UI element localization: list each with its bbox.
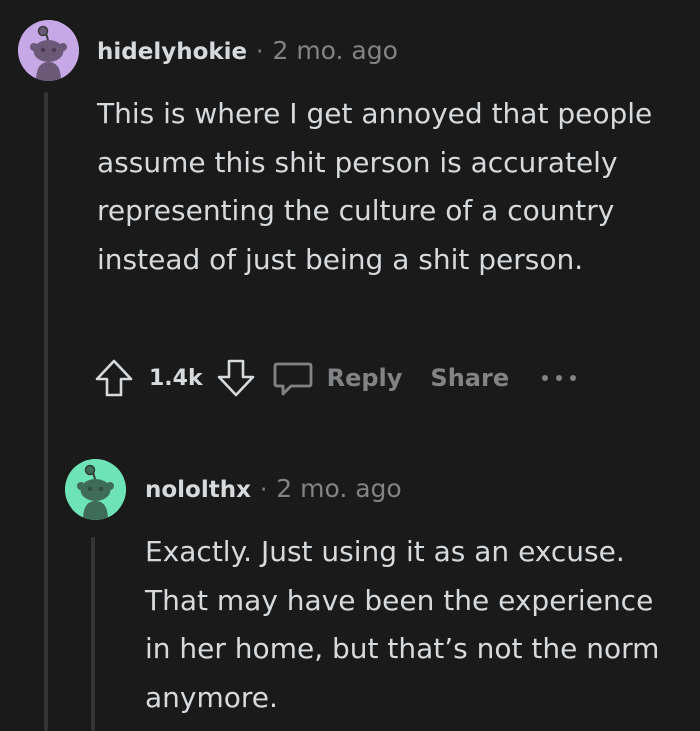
username[interactable]: hidelyhokie bbox=[97, 39, 247, 65]
avatar[interactable] bbox=[65, 459, 126, 520]
ellipsis-icon[interactable] bbox=[539, 368, 579, 388]
upvote-arrow-icon[interactable] bbox=[93, 357, 135, 399]
timestamp[interactable]: 2 mo. ago bbox=[276, 474, 401, 503]
username[interactable]: nololthx bbox=[145, 477, 251, 503]
comment-meta: hidelyhokie · 2 mo. ago bbox=[97, 36, 398, 65]
reply-button[interactable]: Reply bbox=[271, 356, 403, 400]
share-button[interactable]: Share bbox=[430, 364, 509, 392]
thread-line-comment-1[interactable] bbox=[44, 92, 48, 731]
comment-body: This is where I get annoyed that people … bbox=[97, 97, 653, 276]
share-label: Share bbox=[430, 364, 510, 392]
meta-separator: · bbox=[256, 39, 264, 65]
comment-meta: nololthx · 2 mo. ago bbox=[145, 474, 402, 503]
timestamp[interactable]: 2 mo. ago bbox=[272, 36, 397, 65]
comment-body: Exactly. Just using it as an excuse. Tha… bbox=[145, 535, 660, 714]
snoo-avatar-icon bbox=[18, 20, 79, 81]
meta-separator: · bbox=[259, 477, 268, 503]
snoo-avatar-icon bbox=[65, 459, 126, 520]
reply-label: Reply bbox=[326, 364, 403, 392]
thread-line-comment-2[interactable] bbox=[91, 537, 95, 731]
comment-bubble-icon bbox=[271, 356, 315, 400]
downvote-arrow-icon[interactable] bbox=[215, 357, 257, 399]
comment-actions: 1.4k Reply Share bbox=[93, 356, 579, 400]
avatar[interactable] bbox=[18, 20, 79, 81]
vote-score: 1.4k bbox=[149, 365, 203, 391]
